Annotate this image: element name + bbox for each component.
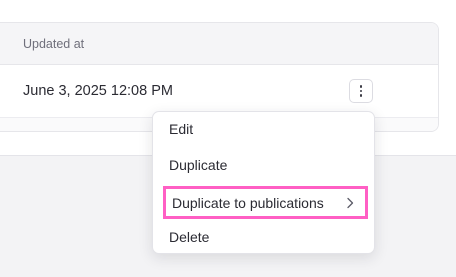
column-header-updated-at[interactable]: Updated at	[0, 37, 84, 51]
chevron-right-icon	[347, 197, 354, 208]
menu-item-delete[interactable]: Delete	[169, 227, 209, 247]
row-actions-button[interactable]	[349, 79, 373, 103]
context-menu: Edit Duplicate Duplicate to publications…	[152, 111, 375, 254]
table-row[interactable]: June 3, 2025 12:08 PM	[0, 65, 438, 117]
menu-item-duplicate[interactable]: Duplicate	[169, 155, 227, 175]
more-vertical-icon	[359, 85, 363, 97]
menu-item-label: Duplicate to publications	[172, 194, 324, 211]
table-header: Updated at	[0, 23, 438, 65]
updated-at-cell: June 3, 2025 12:08 PM	[23, 83, 173, 99]
menu-item-edit[interactable]: Edit	[169, 119, 193, 139]
menu-item-duplicate-to-publications[interactable]: Duplicate to publications	[163, 186, 368, 219]
